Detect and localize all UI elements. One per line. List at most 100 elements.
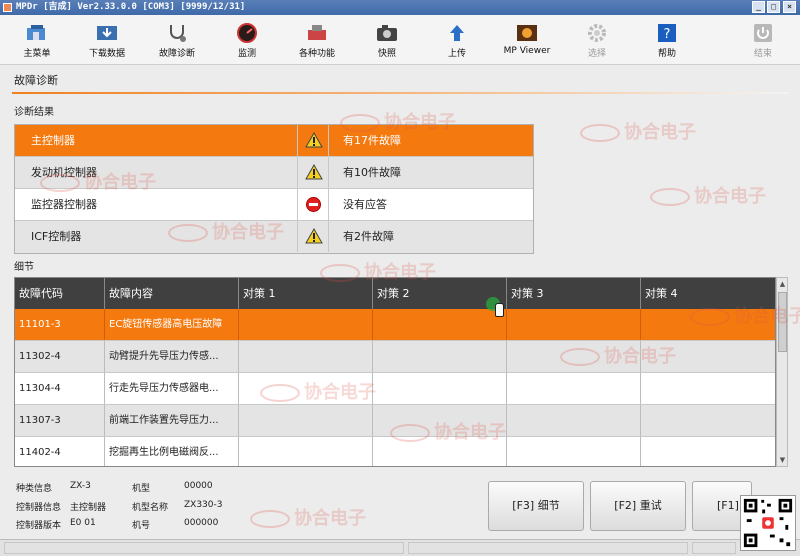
status-segment	[692, 542, 736, 554]
measure-cell	[239, 373, 373, 404]
measure-cell	[373, 437, 507, 466]
watermark-text: 协合电子	[694, 186, 766, 207]
warning-icon	[305, 132, 323, 148]
stethoscope-icon	[170, 25, 186, 42]
watermark: 协合电子	[650, 182, 766, 208]
table-row[interactable]: 11304-4 行走先导压力传感器电...	[15, 373, 775, 405]
minimize-button[interactable]: _	[752, 1, 765, 13]
app-icon	[3, 3, 12, 12]
toolbar-select-button[interactable]: 选择	[562, 18, 632, 62]
table-row[interactable]: 11302-4 动臂提升先导压力传感...	[15, 341, 775, 373]
toolbar-diagnosis-button[interactable]: 故障诊断	[142, 18, 212, 62]
status-icon-cell	[297, 221, 329, 252]
status-bar	[0, 539, 800, 556]
window-title: MPDr [吉成] Ver2.33.0.0 [COM3] [9999/12/31…	[16, 2, 246, 12]
machine-no-value: 000000	[184, 518, 219, 528]
model-name-label: 机型名称	[132, 503, 169, 513]
column-header-measure-1[interactable]: 对策 1	[239, 278, 373, 309]
toolbar-label: 快照	[377, 49, 396, 59]
controller-name: 监控器控制器	[31, 198, 97, 211]
status-segment	[4, 542, 404, 554]
table-scrollbar[interactable]: ▲ ▼	[776, 277, 788, 467]
toolbar-upload-button[interactable]: 上传	[422, 18, 492, 62]
status-icon-cell	[297, 189, 329, 220]
fault-content-cell: EC旋钮传感器高电压故障	[105, 309, 239, 340]
window-title-bar: MPDr [吉成] Ver2.33.0.0 [COM3] [9999/12/31…	[0, 0, 800, 15]
fault-content-cell: 行走先导压力传感器电...	[105, 373, 239, 404]
status-icon-cell	[297, 157, 329, 188]
model-name-value: ZX330-3	[184, 500, 223, 510]
toolbar-label: 帮助	[657, 49, 676, 59]
toolbar-download-data-button[interactable]: 下载数据	[72, 18, 142, 62]
fault-code-cell: 11307-3	[15, 405, 105, 436]
watermark-logo-icon	[250, 510, 290, 528]
column-header-measure-3[interactable]: 对策 3	[507, 278, 641, 309]
fault-content-cell: 动臂提升先导压力传感...	[105, 341, 239, 372]
status-segment	[408, 542, 688, 554]
close-button[interactable]: ×	[783, 1, 796, 13]
toolbar-monitor-button[interactable]: 监测	[212, 18, 282, 62]
fault-content-cell: 前端工作装置先导压力...	[105, 405, 239, 436]
toolbar-functions-button[interactable]: 各种功能	[282, 18, 352, 62]
table-row[interactable]: 11101-3 EC旋钮传感器高电压故障	[15, 309, 775, 341]
detail-button[interactable]: [F3] 细节	[488, 481, 584, 531]
controller-info-label: 控制器信息	[16, 503, 62, 513]
measure-cell	[641, 309, 775, 340]
controller-status: 有10件故障	[343, 166, 401, 179]
toolbar-exit-button[interactable]: 结束	[728, 18, 798, 62]
model-category-value: ZX-3	[70, 481, 91, 491]
toolbar-help-button[interactable]: ? 帮助	[632, 18, 702, 62]
page-title: 故障诊断	[14, 74, 58, 87]
fault-code-cell: 11302-4	[15, 341, 105, 372]
controller-name: ICF控制器	[31, 230, 82, 243]
maximize-button[interactable]: □	[767, 1, 780, 13]
controller-row-monitor[interactable]: 监控器控制器 没有应答	[15, 189, 533, 221]
camera-icon	[377, 25, 397, 41]
controller-row-engine[interactable]: 发动机控制器 有10件故障	[15, 157, 533, 189]
model-value: 00000	[184, 481, 213, 491]
toolbar-label: 监测	[237, 49, 256, 59]
scroll-down-arrow-icon[interactable]: ▼	[778, 455, 787, 465]
toolbar-label: 结束	[753, 49, 772, 59]
toolbar-main-menu-button[interactable]: 主菜单	[2, 18, 72, 62]
no-entry-icon	[306, 197, 321, 212]
retry-button[interactable]: [F2] 重试	[590, 481, 686, 531]
scrollbar-thumb[interactable]	[778, 292, 787, 352]
table-row[interactable]: 11307-3 前端工作装置先导压力...	[15, 405, 775, 437]
controller-row-icf[interactable]: ICF控制器 有2件故障	[15, 221, 533, 253]
gear-icon	[588, 24, 606, 42]
controller-row-main[interactable]: 主控制器 有17件故障	[15, 125, 533, 157]
column-header-content[interactable]: 故障内容	[105, 278, 239, 309]
table-row[interactable]: 11402-4 挖掘再生比例电磁阀反...	[15, 437, 775, 466]
hand-cursor-icon	[495, 303, 504, 317]
watermark-text: 协合电子	[294, 508, 366, 529]
controller-version-label: 控制器版本	[16, 521, 62, 531]
fault-code-cell: 11304-4	[15, 373, 105, 404]
viewer-icon	[517, 25, 537, 41]
scroll-up-arrow-icon[interactable]: ▲	[778, 279, 787, 289]
detail-heading: 细节	[14, 262, 34, 273]
help-icon: ?	[658, 24, 676, 42]
upload-icon	[450, 25, 464, 41]
toolbar-label: 下载数据	[88, 49, 125, 59]
controller-list: 主控制器 有17件故障 发动机控制器 有10件故障 监控器控制器 没有应答 IC…	[14, 124, 534, 254]
measure-cell	[239, 405, 373, 436]
measure-cell	[239, 309, 373, 340]
warning-icon	[305, 228, 323, 244]
toolbar-mp-viewer-button[interactable]: MP Viewer	[492, 18, 562, 62]
toolbar-snapshot-button[interactable]: 快照	[352, 18, 422, 62]
fault-code-cell: 11402-4	[15, 437, 105, 466]
main-toolbar: 主菜单 下载数据 故障诊断 监测 各种功能 快照 上传 MP Viewer 选择…	[0, 15, 800, 65]
controller-status: 有17件故障	[343, 134, 401, 147]
model-category-label: 种类信息	[16, 484, 53, 494]
column-header-measure-4[interactable]: 对策 4	[641, 278, 775, 309]
measure-cell	[641, 341, 775, 372]
toolbar-label: 故障诊断	[158, 49, 195, 59]
toolbar-label: 各种功能	[298, 49, 335, 59]
measure-cell	[507, 437, 641, 466]
fault-content-cell: 挖掘再生比例电磁阀反...	[105, 437, 239, 466]
measure-cell	[373, 405, 507, 436]
home-icon	[27, 25, 45, 40]
column-header-code[interactable]: 故障代码	[15, 278, 105, 309]
controller-name: 发动机控制器	[31, 166, 97, 179]
